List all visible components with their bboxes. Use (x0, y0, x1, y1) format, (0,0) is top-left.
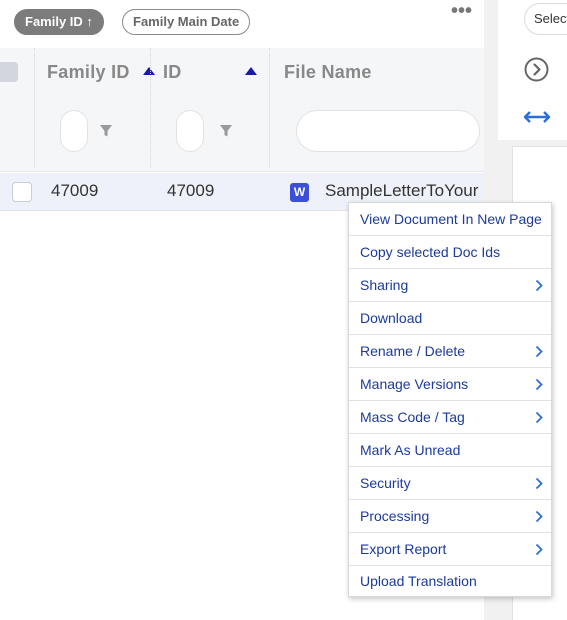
menu-item-download[interactable]: Download (349, 302, 551, 335)
menu-item-rename-delete[interactable]: Rename / Delete (349, 335, 551, 368)
chevron-right-icon (535, 543, 543, 556)
chevron-right-icon (535, 510, 543, 523)
menu-item-sharing[interactable]: Sharing (349, 269, 551, 302)
menu-item-mass-code-tag[interactable]: Mass Code / Tag (349, 401, 551, 434)
menu-item-view-document-new-page[interactable]: View Document In New Page (349, 203, 551, 236)
row-checkbox[interactable] (12, 182, 32, 202)
context-menu: View Document In New Page Copy selected … (348, 202, 552, 597)
cell-id: 47009 (167, 181, 215, 200)
viewer-select-dropdown[interactable]: Select (524, 3, 567, 35)
chevron-right-icon (535, 378, 543, 391)
menu-item-security[interactable]: Security (349, 467, 551, 500)
document-grid-screen: Family ID ↑ Family Main Date ••• Family … (0, 0, 567, 620)
sort-direction-icon: ↑ (86, 14, 93, 29)
chevron-right-icon (535, 345, 543, 358)
sort-chip-family-main-date[interactable]: Family Main Date (122, 9, 251, 35)
column-header-family-id[interactable]: Family ID (47, 62, 130, 83)
menu-item-label: Upload Translation (360, 573, 477, 589)
menu-item-copy-doc-ids[interactable]: Copy selected Doc Ids (349, 236, 551, 269)
chevron-right-icon (535, 279, 543, 292)
sort-asc-icon (143, 67, 155, 75)
filter-icon[interactable] (219, 124, 233, 138)
cell-family-id: 47009 (51, 181, 99, 200)
column-header-file-name[interactable]: File Name (284, 62, 372, 83)
menu-item-label: Download (360, 310, 423, 326)
chevron-right-circle-icon[interactable] (524, 57, 549, 82)
menu-item-upload-translation[interactable]: Upload Translation (349, 565, 551, 598)
sort-asc-icon (245, 67, 257, 75)
more-horizontal-icon[interactable]: ••• (451, 0, 472, 23)
column-separator (34, 48, 35, 168)
family-id-filter-input[interactable] (60, 110, 88, 152)
menu-item-processing[interactable]: Processing (349, 500, 551, 533)
menu-item-label: Mass Code / Tag (360, 409, 465, 425)
select-all-checkbox[interactable] (0, 62, 18, 82)
word-file-icon: W (290, 183, 309, 202)
chevron-right-icon (535, 477, 543, 490)
sort-chip-family-id[interactable]: Family ID ↑ (14, 9, 104, 35)
chevron-right-icon (535, 411, 543, 424)
menu-item-manage-versions[interactable]: Manage Versions (349, 368, 551, 401)
menu-item-label: Export Report (360, 541, 447, 557)
column-header-id[interactable]: ID (163, 62, 182, 83)
file-name-filter-input[interactable] (296, 110, 480, 152)
id-filter-input[interactable] (176, 110, 204, 152)
menu-item-export-report[interactable]: Export Report (349, 533, 551, 566)
menu-item-label: Security (360, 475, 411, 491)
resize-horizontal-icon[interactable] (523, 108, 551, 126)
menu-item-label: Copy selected Doc Ids (360, 244, 501, 260)
grid-header: Family ID ID File Name (0, 48, 484, 172)
menu-item-label: Manage Versions (360, 376, 469, 392)
menu-item-label: Mark As Unread (360, 442, 461, 458)
menu-item-label: View Document In New Page (360, 211, 542, 227)
filter-icon[interactable] (99, 124, 113, 138)
column-resize-handle[interactable] (269, 48, 270, 168)
menu-item-label: Sharing (360, 277, 409, 293)
cell-file-name[interactable]: SampleLetterToYour (325, 181, 478, 201)
column-resize-handle[interactable] (150, 48, 151, 168)
menu-item-label: Processing (360, 508, 430, 524)
menu-item-label: Rename / Delete (360, 343, 466, 359)
sort-chip-label: Family ID (25, 14, 83, 29)
menu-item-mark-as-unread[interactable]: Mark As Unread (349, 434, 551, 467)
